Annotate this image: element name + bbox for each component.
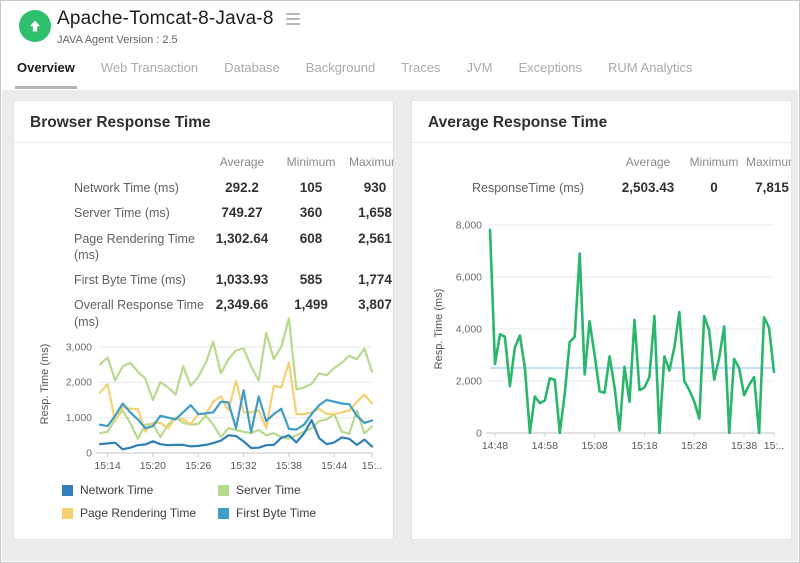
tab-database[interactable]: Database — [222, 56, 282, 86]
legend-swatch — [62, 508, 73, 519]
x-axis-tick-label: 15:18 — [631, 440, 657, 452]
legend-swatch — [218, 485, 229, 496]
cell-maximum: 7,815 — [744, 180, 792, 195]
x-axis-tick-label: 15:08 — [581, 440, 607, 452]
legend-label: Network Time — [80, 483, 153, 497]
table-corner — [412, 155, 612, 157]
column-header-maximum: Maximum — [744, 155, 792, 171]
y-axis-title: Resp. Time (ms) — [39, 344, 51, 425]
tab-web-transaction[interactable]: Web Transaction — [99, 56, 200, 86]
legend-swatch — [218, 508, 229, 519]
monitor-header: Apache-Tomcat-8-Java-8 JAVA Agent Versio… — [1, 1, 799, 56]
x-axis-tick-label: 15:28 — [681, 440, 707, 452]
row-label: First Byte Time (ms) — [14, 272, 209, 288]
up-arrow-icon — [27, 18, 43, 34]
page-title: Apache-Tomcat-8-Java-8 — [57, 8, 274, 30]
browser-response-time-chart: 0 1,000 2,000 3,000 15:14 15:20 15:26 15:32 15:3… — [24, 301, 384, 482]
agent-version-label: JAVA Agent Version : 2.5 — [57, 34, 178, 46]
y-axis-tick-label: 4,000 — [456, 324, 482, 336]
tab-bar: Overview Web Transaction Database Backgroun… — [1, 56, 799, 90]
y-axis-tick-label: 6,000 — [456, 272, 482, 284]
legend-item-page-rendering-time[interactable]: Page Rendering Time — [62, 506, 212, 520]
average-response-time-panel: Average Response Time AverageMinimumMaxi… — [411, 100, 792, 540]
series-first-byte-time — [100, 390, 372, 432]
x-axis-tick-label: 15:.. — [764, 440, 784, 452]
line-chart-canvas: 0 2,000 4,000 6,000 8,000 14:48 14:58 15:08 15:1… — [422, 211, 786, 457]
browser-response-time-panel: Browser Response Time AverageMinimumMaxi… — [13, 100, 394, 540]
x-axis-tick-label: 15:38 — [731, 440, 757, 452]
x-axis-tick-label: 15:26 — [185, 460, 211, 472]
line-chart-canvas: 0 1,000 2,000 3,000 15:14 15:20 15:26 15:32 15:3… — [24, 301, 384, 477]
cell-maximum: 930 — [347, 180, 394, 195]
panel-title: Average Response Time — [412, 101, 791, 143]
legend-label: Page Rendering Time — [80, 506, 196, 520]
cell-maximum: 1,774 — [347, 272, 394, 287]
x-axis-tick-label: 15:32 — [230, 460, 256, 472]
cell-maximum: 2,561 — [347, 231, 394, 246]
legend-item-network-time[interactable]: Network Time — [62, 483, 212, 497]
average-response-stats-table: AverageMinimumMaximum ResponseTime (ms)2,… — [412, 155, 791, 196]
series-page-rendering-time — [100, 362, 372, 431]
series-responsetime — [490, 230, 774, 433]
cell-maximum: 1,658 — [347, 205, 394, 220]
column-header-average: Average — [209, 155, 275, 171]
y-axis-tick-label: 0 — [476, 428, 482, 440]
legend-item-server-time[interactable]: Server Time — [218, 483, 316, 497]
column-header-maximum: Maximum — [347, 155, 394, 171]
column-header-minimum: Minimum — [275, 155, 347, 171]
row-label: Network Time (ms) — [14, 180, 209, 196]
monitor-status-badge — [19, 10, 51, 42]
cell-minimum: 585 — [275, 272, 347, 287]
cell-average: 749.27 — [209, 205, 275, 220]
y-axis-title: Resp. Time (ms) — [433, 289, 445, 370]
cell-average: 292.2 — [209, 180, 275, 195]
x-axis-tick-label: 15:20 — [140, 460, 166, 472]
chart-legend: Network Time Server Time Page Rendering Ti… — [62, 483, 316, 520]
cell-minimum: 105 — [275, 180, 347, 195]
column-header-minimum: Minimum — [684, 155, 744, 171]
tab-exceptions[interactable]: Exceptions — [516, 56, 584, 86]
dashboard-page: Apache-Tomcat-8-Java-8 JAVA Agent Versio… — [0, 0, 800, 563]
table-corner — [14, 155, 209, 157]
y-axis-tick-label: 1,000 — [66, 412, 92, 424]
x-axis-tick-label: 14:58 — [532, 440, 558, 452]
legend-item-first-byte-time[interactable]: First Byte Time — [218, 506, 316, 520]
tab-overview[interactable]: Overview — [15, 56, 77, 89]
y-axis-tick-label: 0 — [86, 448, 92, 460]
tab-jvm[interactable]: JVM — [464, 56, 494, 86]
legend-swatch — [62, 485, 73, 496]
cell-minimum: 360 — [275, 205, 347, 220]
cell-minimum: 608 — [275, 231, 347, 246]
x-axis-tick-label: 15:38 — [276, 460, 302, 472]
legend-label: First Byte Time — [236, 506, 316, 520]
menu-icon[interactable] — [284, 11, 302, 28]
x-axis-tick-label: 15:14 — [94, 460, 120, 472]
x-axis-tick-label: 15:44 — [321, 460, 347, 472]
y-axis-tick-label: 3,000 — [66, 341, 92, 353]
average-response-time-chart: 0 2,000 4,000 6,000 8,000 14:48 14:58 15:08 15:1… — [422, 211, 786, 462]
cell-average: 2,503.43 — [612, 180, 684, 195]
x-axis-tick-label: 15:.. — [362, 460, 382, 472]
overview-content: Browser Response Time AverageMinimumMaxi… — [2, 90, 798, 561]
cell-minimum: 0 — [684, 180, 744, 195]
cell-average: 1,302.64 — [209, 231, 275, 246]
tab-rum-analytics[interactable]: RUM Analytics — [606, 56, 695, 86]
panel-title: Browser Response Time — [14, 101, 393, 143]
tab-background[interactable]: Background — [304, 56, 377, 86]
row-label: Server Time (ms) — [14, 205, 209, 221]
column-header-average: Average — [612, 155, 684, 171]
row-label: ResponseTime (ms) — [412, 180, 612, 196]
tab-traces[interactable]: Traces — [399, 56, 442, 86]
row-label: Page Rendering Time (ms) — [14, 231, 209, 264]
x-axis-tick-label: 14:48 — [482, 440, 508, 452]
cell-average: 1,033.93 — [209, 272, 275, 287]
y-axis-tick-label: 2,000 — [456, 376, 482, 388]
legend-label: Server Time — [236, 483, 301, 497]
y-axis-tick-label: 8,000 — [456, 220, 482, 232]
series-overall-response-time — [100, 318, 372, 400]
y-axis-tick-label: 2,000 — [66, 377, 92, 389]
